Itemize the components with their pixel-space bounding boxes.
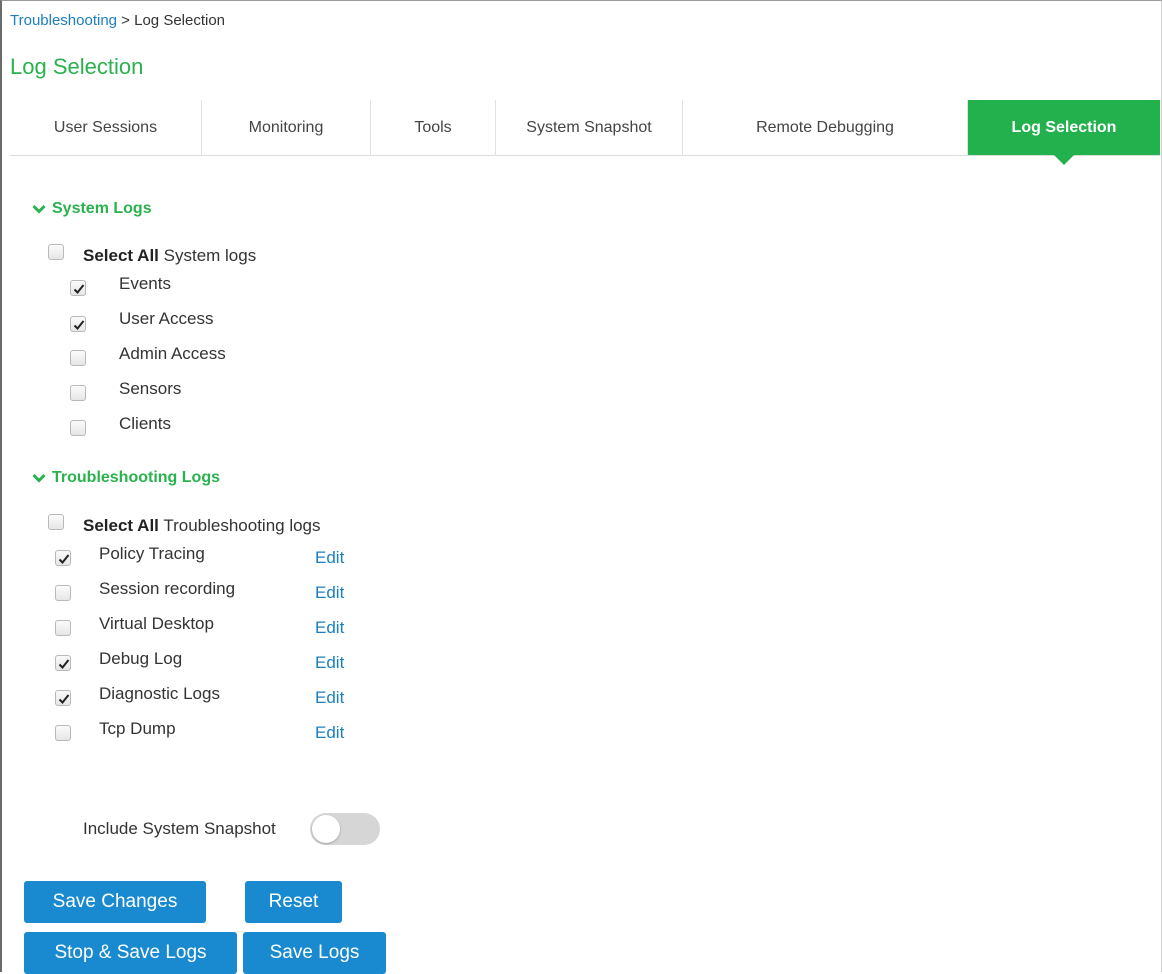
select-all-rest: System logs bbox=[158, 246, 257, 265]
select-all-bold: Select All bbox=[83, 516, 159, 535]
select-all-system-logs-label: Select All System logs bbox=[83, 246, 256, 266]
sensors-label: Sensors bbox=[119, 379, 182, 398]
active-tab-caret bbox=[1054, 155, 1074, 165]
troubleshooting-logs-title: Troubleshooting Logs bbox=[52, 469, 220, 486]
breadcrumb-troubleshooting-link[interactable]: Troubleshooting bbox=[10, 12, 117, 29]
tcp-dump-checkbox[interactable] bbox=[55, 725, 71, 741]
tab-label: Log Selection bbox=[1011, 118, 1117, 136]
troubleshooting-logs-header[interactable]: Troubleshooting Logs bbox=[32, 469, 220, 487]
checkmark-icon bbox=[58, 554, 70, 564]
diagnostic-logs-checkbox[interactable] bbox=[55, 690, 71, 706]
select-all-system-logs-checkbox[interactable] bbox=[48, 244, 64, 260]
user-access-label: User Access bbox=[119, 309, 214, 328]
session-recording-label: Session recording bbox=[99, 579, 236, 598]
tab-monitoring[interactable]: Monitoring bbox=[202, 100, 371, 155]
tab-label: Remote Debugging bbox=[756, 118, 894, 136]
reset-button[interactable]: Reset bbox=[245, 881, 342, 923]
toggle-knob bbox=[312, 815, 340, 843]
page-title: Log Selection bbox=[10, 54, 144, 79]
session-recording-edit-link[interactable]: Edit bbox=[315, 583, 344, 603]
checkmark-icon bbox=[73, 320, 85, 330]
checkmark-icon bbox=[73, 284, 85, 294]
include-system-snapshot-label: Include System Snapshot bbox=[83, 819, 276, 838]
save-logs-button[interactable]: Save Logs bbox=[243, 932, 386, 974]
tcp-dump-label: Tcp Dump bbox=[99, 719, 176, 738]
checkmark-icon bbox=[58, 694, 70, 704]
debug-log-edit-link[interactable]: Edit bbox=[315, 653, 344, 673]
debug-log-label: Debug Log bbox=[99, 649, 183, 668]
tab-system-snapshot[interactable]: System Snapshot bbox=[496, 100, 683, 155]
admin-access-label: Admin Access bbox=[119, 344, 226, 363]
chevron-down-icon bbox=[32, 204, 46, 214]
events-checkbox[interactable] bbox=[70, 280, 86, 296]
system-logs-title: System Logs bbox=[52, 200, 152, 217]
breadcrumb-separator: > bbox=[117, 12, 135, 29]
breadcrumb: Troubleshooting > Log Selection bbox=[10, 12, 225, 29]
events-label: Events bbox=[119, 274, 171, 293]
diagnostic-logs-label: Diagnostic Logs bbox=[99, 684, 220, 703]
checkmark-icon bbox=[58, 659, 70, 669]
user-access-checkbox[interactable] bbox=[70, 316, 86, 332]
select-all-troubleshooting-logs-label: Select All Troubleshooting logs bbox=[83, 516, 321, 536]
policy-tracing-label: Policy Tracing bbox=[99, 544, 205, 563]
tab-bar: User Sessions Monitoring Tools System Sn… bbox=[10, 100, 1160, 165]
tab-remote-debugging[interactable]: Remote Debugging bbox=[683, 100, 968, 155]
sensors-checkbox[interactable] bbox=[70, 385, 86, 401]
tab-tools[interactable]: Tools bbox=[371, 100, 496, 155]
tab-log-selection[interactable]: Log Selection bbox=[968, 100, 1160, 165]
virtual-desktop-label: Virtual Desktop bbox=[99, 614, 214, 633]
policy-tracing-checkbox[interactable] bbox=[55, 550, 71, 566]
clients-label: Clients bbox=[119, 414, 171, 433]
debug-log-checkbox[interactable] bbox=[55, 655, 71, 671]
breadcrumb-current: Log Selection bbox=[134, 12, 226, 29]
tab-label: User Sessions bbox=[53, 118, 158, 136]
virtual-desktop-edit-link[interactable]: Edit bbox=[315, 618, 344, 638]
diagnostic-logs-edit-link[interactable]: Edit bbox=[315, 688, 344, 708]
clients-checkbox[interactable] bbox=[70, 420, 86, 436]
tab-label: Tools bbox=[414, 118, 452, 136]
virtual-desktop-checkbox[interactable] bbox=[55, 620, 71, 636]
system-logs-header[interactable]: System Logs bbox=[32, 200, 152, 218]
chevron-down-icon bbox=[32, 473, 46, 483]
policy-tracing-edit-link[interactable]: Edit bbox=[315, 548, 344, 568]
session-recording-checkbox[interactable] bbox=[55, 585, 71, 601]
select-all-troubleshooting-logs-checkbox[interactable] bbox=[48, 514, 64, 530]
admin-access-checkbox[interactable] bbox=[70, 350, 86, 366]
select-all-rest: Troubleshooting logs bbox=[158, 516, 321, 535]
tab-user-sessions[interactable]: User Sessions bbox=[10, 100, 202, 155]
include-system-snapshot-toggle[interactable] bbox=[310, 813, 380, 845]
stop-and-save-logs-button[interactable]: Stop & Save Logs bbox=[24, 932, 237, 974]
select-all-bold: Select All bbox=[83, 246, 159, 265]
tcp-dump-edit-link[interactable]: Edit bbox=[315, 723, 344, 743]
tab-label: Monitoring bbox=[248, 118, 324, 136]
save-changes-button[interactable]: Save Changes bbox=[24, 881, 206, 923]
tab-label: System Snapshot bbox=[526, 118, 652, 136]
